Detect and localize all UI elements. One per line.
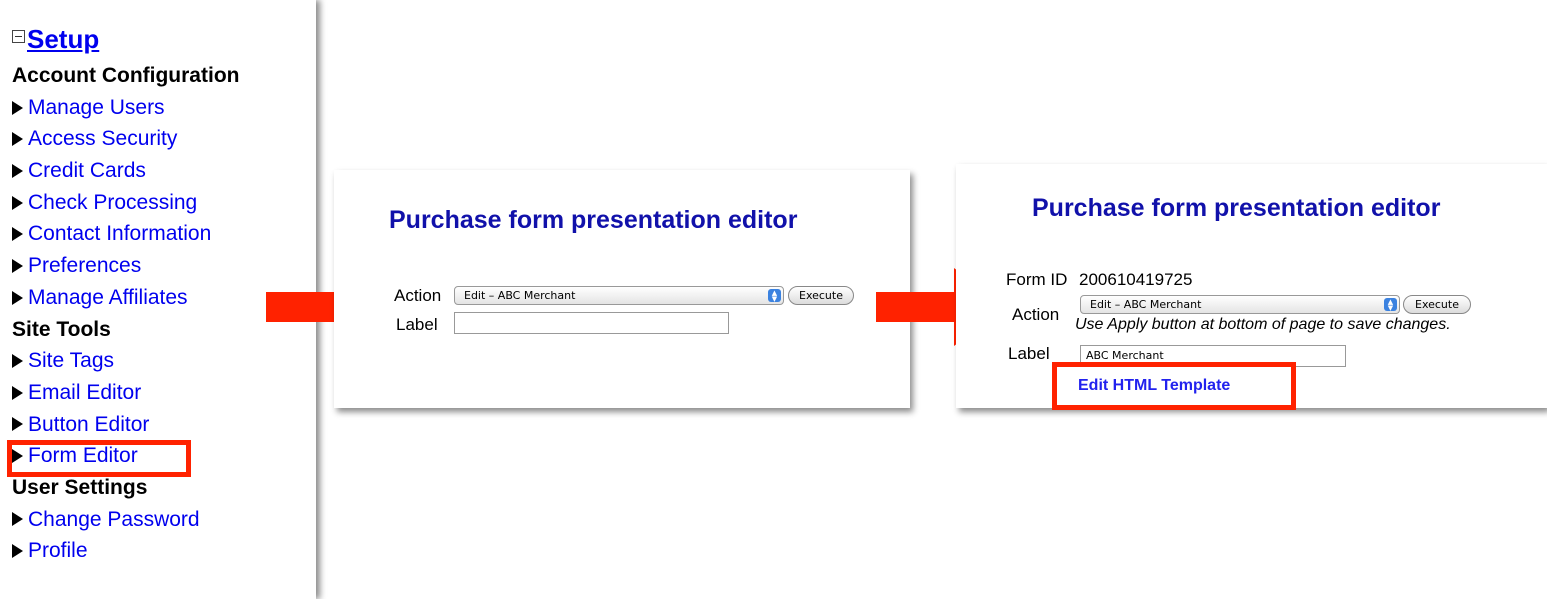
execute-button[interactable]: Execute [1403,295,1471,314]
label-input[interactable] [454,312,729,334]
apply-hint-text: Use Apply button at bottom of page to sa… [1075,316,1451,333]
sidebar-item-button-editor[interactable]: Button Editor [12,409,239,441]
triangle-right-icon [12,227,23,242]
section-heading-site-tools: Site Tools [12,317,111,341]
action-label: Action [394,286,442,305]
form-editor-highlight-box [7,440,191,477]
form-id-value: 200610419725 [1079,270,1193,289]
select-stepper-icon: ▲ ▼ [1384,298,1397,312]
triangle-right-icon [12,100,23,115]
sidebar-item-site-tags[interactable]: Site Tags [12,345,239,377]
form-id-label: Form ID [1006,270,1068,289]
triangle-right-icon [12,195,23,210]
select-stepper-icon: ▲ ▼ [768,289,781,303]
sidebar-item-contact-information[interactable]: Contact Information [12,218,239,250]
triangle-right-icon [12,258,23,273]
triangle-right-icon [12,132,23,147]
editor-panel-step2: Purchase form presentation editor Form I… [956,164,1547,410]
setup-nav: Account Configuration Manage Users Acces… [12,60,239,567]
label-label: Label [1008,344,1050,363]
triangle-right-icon [12,354,23,369]
sidebar-item-change-password[interactable]: Change Password [12,504,239,536]
collapse-minus-icon[interactable] [12,29,25,43]
execute-button[interactable]: Execute [788,286,854,305]
triangle-right-icon [12,512,23,527]
edit-template-highlight-box [1052,362,1296,410]
editor-panel-step1: Purchase form presentation editor Action… [334,170,910,408]
section-heading-account-configuration: Account Configuration [12,64,240,87]
sidebar-item-profile[interactable]: Profile [12,535,239,567]
triangle-right-icon [12,163,23,178]
triangle-right-icon [12,290,23,305]
page-title: Purchase form presentation editor [389,206,798,234]
setup-title-link[interactable]: Setup [27,24,99,54]
setup-header: Setup [12,24,99,54]
sidebar-item-manage-affiliates[interactable]: Manage Affiliates [12,282,239,314]
sidebar-item-credit-cards[interactable]: Credit Cards [12,155,239,187]
action-label: Action [1012,305,1060,324]
sidebar-item-access-security[interactable]: Access Security [12,123,239,155]
triangle-right-icon [12,385,23,400]
sidebar-item-email-editor[interactable]: Email Editor [12,377,239,409]
action-select-value: Edit – ABC Merchant [464,289,576,302]
sidebar-item-preferences[interactable]: Preferences [12,250,239,282]
triangle-right-icon [12,544,23,559]
action-select[interactable]: Edit – ABC Merchant ▲ ▼ [454,286,784,305]
label-label: Label [396,315,438,334]
triangle-right-icon [12,417,23,432]
page-title: Purchase form presentation editor [1032,194,1441,222]
action-select-value: Edit – ABC Merchant [1090,298,1202,311]
sidebar-item-check-processing[interactable]: Check Processing [12,187,239,219]
action-select[interactable]: Edit – ABC Merchant ▲ ▼ [1080,295,1400,314]
sidebar-item-manage-users[interactable]: Manage Users [12,92,239,124]
